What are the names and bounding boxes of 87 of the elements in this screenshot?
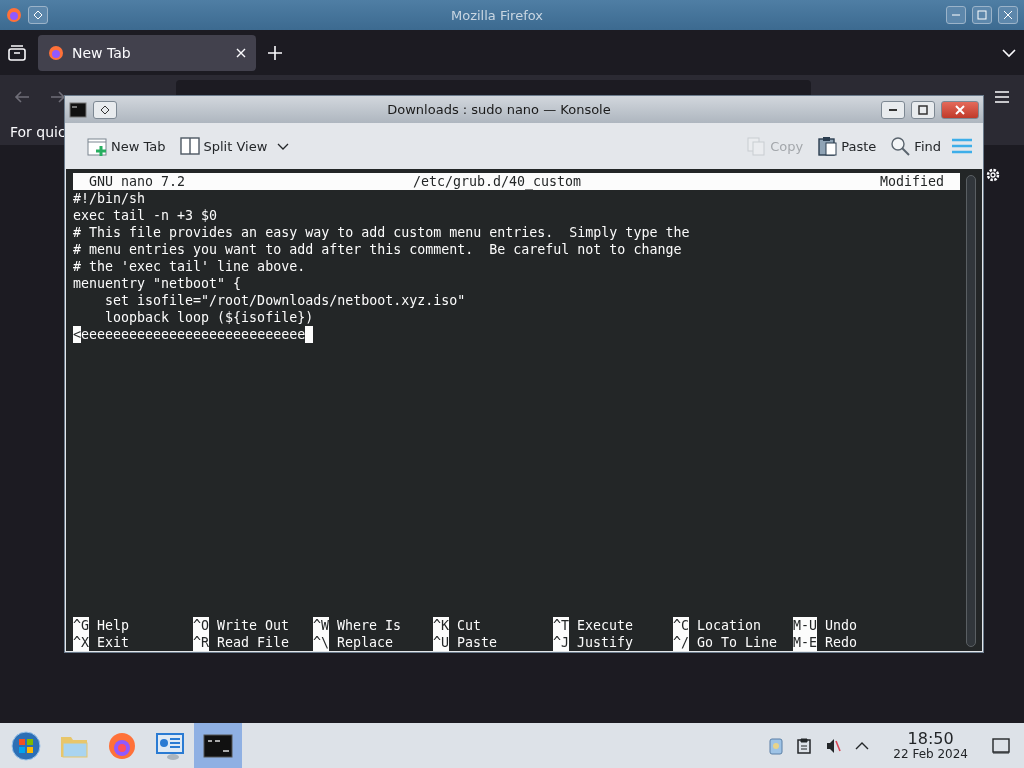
window-menu-button[interactable] [93,100,117,119]
firefox-icon [48,44,64,61]
scroll-marker: < [73,326,81,343]
shortcut-key: ^O [193,617,209,634]
shortcut-label: Replace [337,634,394,651]
chevron-up-icon[interactable] [855,740,870,751]
system-settings-icon [155,730,185,761]
find-button[interactable]: Find [886,130,945,162]
window-title: Downloads : sudo nano — Konsole [386,102,612,117]
shortcut-label: Go To Line [697,634,778,651]
shortcut-label: Cut [457,617,482,634]
file-name: /etc/grub.d/40_custom [413,173,583,190]
shortcut-key: ^\ [313,634,329,651]
shortcut-label: Paste [457,634,498,651]
chevron-down-icon[interactable] [277,141,290,151]
shortcut-key: ^X [73,634,89,651]
split-view-button[interactable]: Split View [175,130,272,162]
settings-icon[interactable] [985,167,1001,183]
shortcut-label: Exit [97,634,130,651]
code-line: # the 'exec tail' line above. [73,258,306,275]
diamond-icon [33,10,43,20]
editor-version: GNU nano 7.2 [88,173,187,190]
shortcut-label: Justify [577,634,634,651]
shortcut-key: ^G [73,617,89,634]
paste-icon [817,136,838,156]
shortcut-label: Redo [825,634,858,651]
shortcut-label: Write Out [217,617,290,634]
new-tab-button[interactable]: New Tab [83,130,170,162]
shortcut-label: Location [697,617,762,634]
diamond-icon [100,104,110,115]
copy-icon [746,136,767,156]
tab-list-icon[interactable] [8,44,26,61]
shortcut-label: Read File [217,634,290,651]
bookmarks-text: For quic [10,123,66,140]
new-tab-icon [87,136,107,156]
firefox-icon [107,730,137,761]
scrollbar[interactable] [966,175,976,647]
shortcut-label: Undo [825,617,858,634]
code-line: # This file provides an easy way to add custom menu entries. Simply type the [73,224,690,241]
code-line: menuentry "netboot" { [73,275,242,292]
browser-tab[interactable]: New Tab [38,34,256,71]
taskbar-app-button[interactable] [194,723,242,768]
shortcut-label: Help [97,617,130,634]
shortcut-key: ^J [553,634,569,651]
code-line: set isofile="/root/Downloads/netboot.xyz.iso" [104,292,466,309]
close-icon [955,104,965,115]
new-tab-icon[interactable] [268,45,282,60]
code-line: exec tail -n +3 $0 [73,207,218,224]
close-icon [1003,10,1013,20]
terminal-icon[interactable] [69,101,87,118]
back-icon[interactable] [14,88,30,105]
modified-status: Modified [879,173,945,190]
windows-logo-icon [11,730,41,761]
shortcut-key: ^/ [673,634,689,651]
shortcut-key: ^W [313,617,329,634]
shortcut-label: Execute [577,617,634,634]
close-button[interactable] [998,6,1018,24]
shortcut-key: ^K [433,617,449,634]
shortcut-key: ^U [433,634,449,651]
window-title: Mozilla Firefox [450,7,544,23]
clock-date[interactable]: 22 Feb 2024 [893,747,968,761]
muted-speaker-icon[interactable] [825,737,842,754]
search-icon [890,136,911,156]
maximize-button[interactable] [911,100,935,119]
shortcut-key: ^R [193,634,209,651]
close-button[interactable] [941,100,979,119]
close-icon[interactable] [236,47,246,58]
maximize-icon [977,10,987,20]
shortcut-key: ^T [553,617,569,634]
clock-time[interactable]: 18:50 [907,730,954,747]
minimize-icon [951,14,961,16]
shortcut-label: Where Is [337,617,402,634]
minimize-icon [888,108,898,111]
shortcut-key: ^C [673,617,689,634]
code-line: # menu entries you want to add after this comment. Be careful not to change [73,241,682,258]
minimize-button[interactable] [881,100,905,119]
code-line: eeeeeeeeeeeeeeeeeeeeeeeeeeee [81,326,306,343]
code-line: #!/bin/sh [73,190,146,207]
forward-icon[interactable] [50,88,66,105]
shortcut-key: M-U [793,617,818,634]
split-view-icon [179,136,200,156]
shortcut-key: M-E [793,634,818,651]
code-line: loopback loop (${isofile}) [104,309,314,326]
maximize-icon [918,104,928,115]
clipboard-icon[interactable] [797,737,812,754]
paste-button[interactable]: Paste [813,130,881,162]
show-desktop-icon[interactable] [992,737,1010,754]
